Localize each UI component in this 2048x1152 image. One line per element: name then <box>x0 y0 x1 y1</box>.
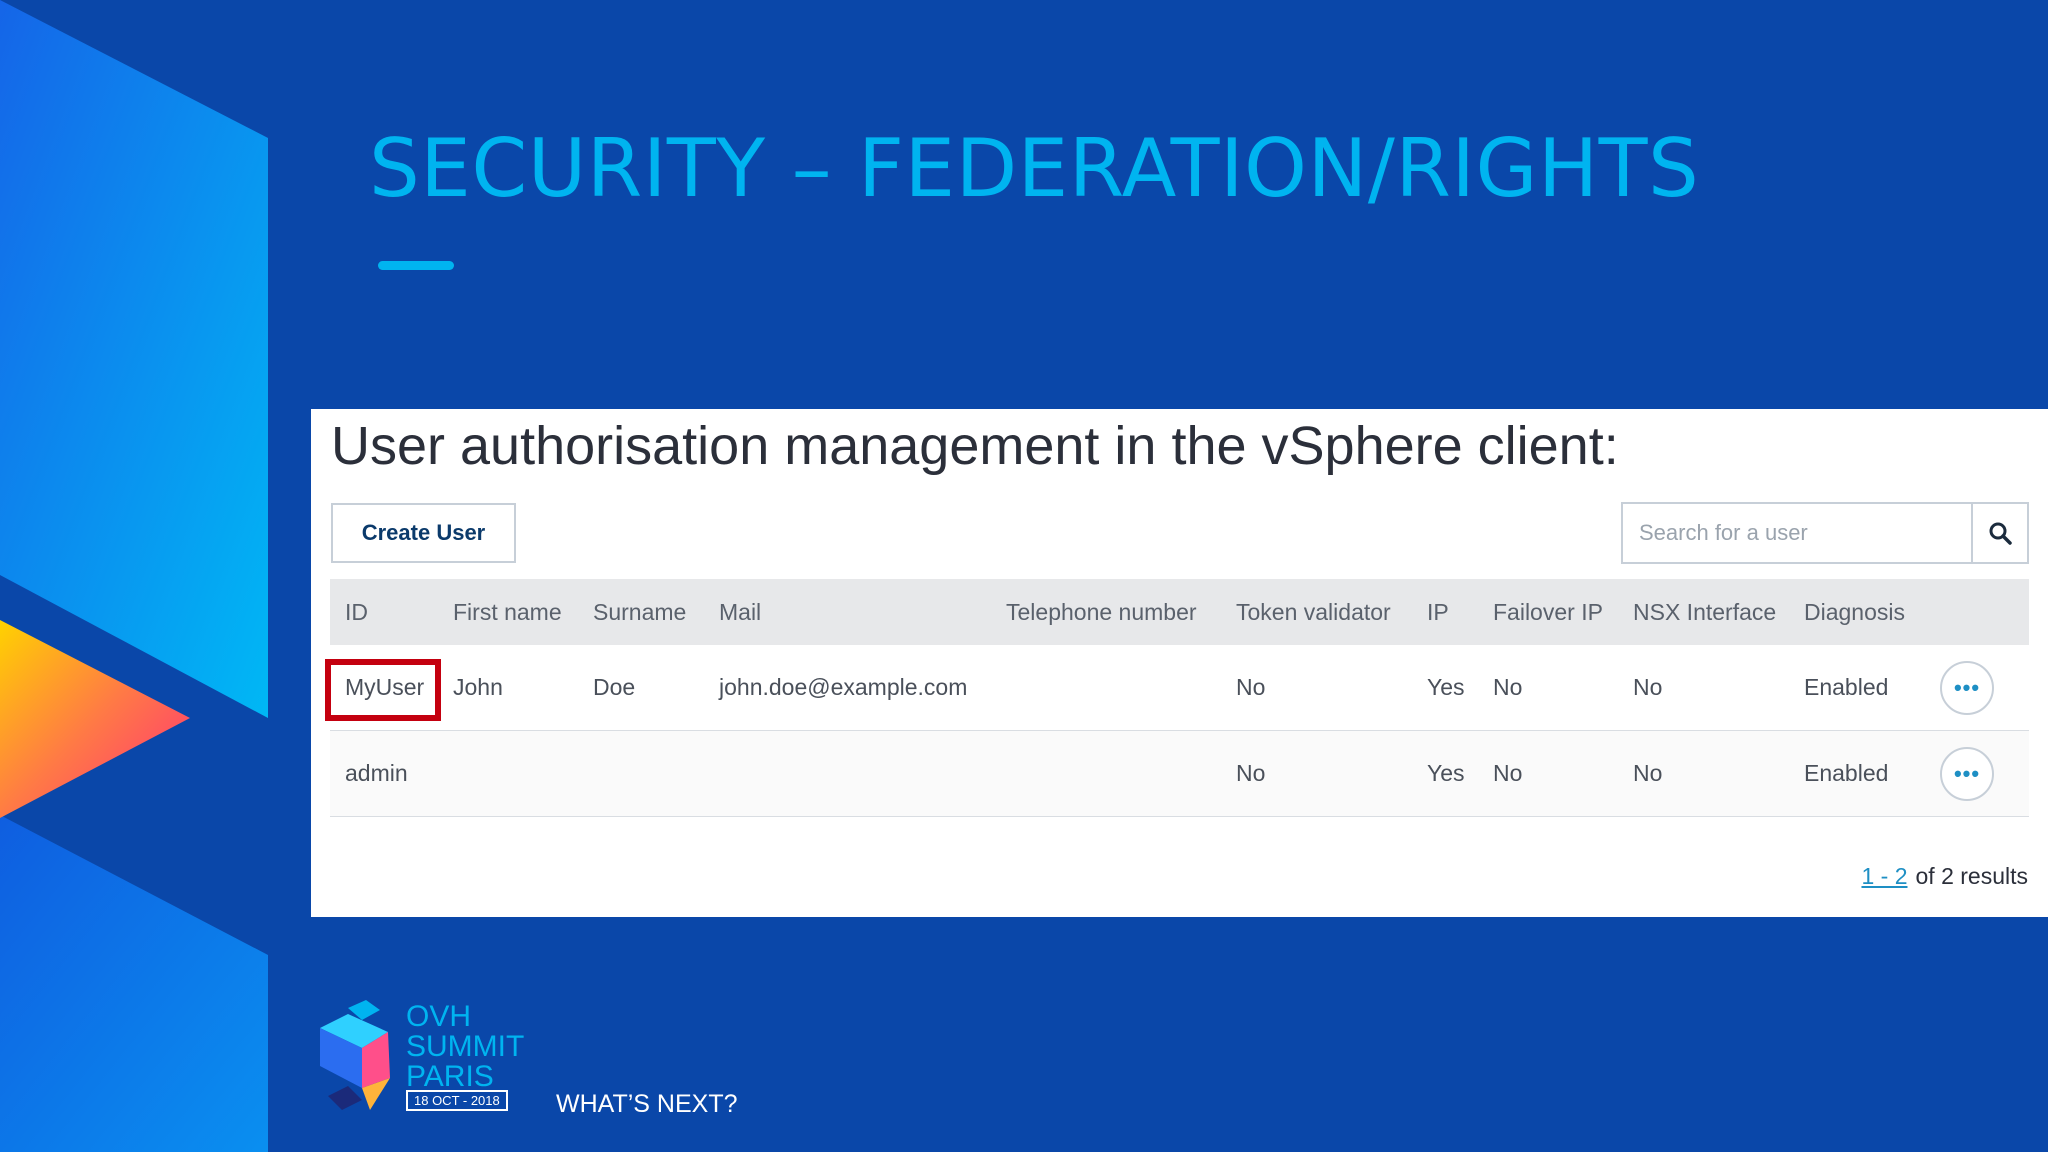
cell-mail: john.doe@example.com <box>719 674 968 700</box>
logo-text: OVH SUMMIT PARIS <box>406 1002 524 1092</box>
tagline: WHAT’S NEXT? <box>556 1090 738 1118</box>
cell-first-name: John <box>453 674 503 700</box>
logo-line-summit: SUMMIT <box>406 1030 525 1063</box>
row-actions: ••• <box>1940 731 1994 816</box>
table-row: admin No Yes No No Enabled ••• <box>330 731 2029 817</box>
column-header-nsx-interface[interactable]: NSX Interface <box>1633 579 1776 645</box>
cell-id: admin <box>345 760 408 786</box>
more-options-button[interactable]: ••• <box>1940 660 1994 715</box>
logo-date-badge: 18 OCT - 2018 <box>406 1090 508 1111</box>
cell-diagnosis: Enabled <box>1804 760 1889 786</box>
cell-ip: Yes <box>1427 674 1465 700</box>
cell-ip: Yes <box>1427 760 1465 786</box>
search-icon <box>1989 522 2012 545</box>
pagination-summary: of 2 results <box>1915 863 2029 889</box>
screenshot-panel: User authorisation management in the vSp… <box>311 409 2048 917</box>
cell-failover-ip: No <box>1493 674 1523 700</box>
pagination: 1 - 2 of 2 results <box>1861 863 2028 890</box>
column-header-token-validator[interactable]: Token validator <box>1236 579 1391 645</box>
create-user-button[interactable]: Create User <box>331 503 516 563</box>
cell-surname: Doe <box>593 674 636 700</box>
column-header-id[interactable]: ID <box>345 579 368 645</box>
cell-diagnosis: Enabled <box>1804 674 1889 700</box>
column-header-diagnosis[interactable]: Diagnosis <box>1804 579 1905 645</box>
column-header-mail[interactable]: Mail <box>719 579 761 645</box>
cell-id: MyUser <box>345 674 425 700</box>
title-underline <box>378 261 454 270</box>
column-header-ip[interactable]: IP <box>1427 579 1449 645</box>
row-actions: ••• <box>1940 645 1994 730</box>
pagination-range-link[interactable]: 1 - 2 <box>1861 863 1907 889</box>
search-input[interactable] <box>1623 504 1971 562</box>
more-options-button[interactable]: ••• <box>1940 746 1994 801</box>
decorative-shapes <box>0 0 268 1152</box>
search-button[interactable] <box>1971 504 2027 562</box>
table-row: MyUser John Doe john.doe@example.com No … <box>325 645 2029 731</box>
cell-token-validator: No <box>1236 674 1266 700</box>
slide-title: SECURITY – FEDERATION/RIGHTS <box>369 122 1700 215</box>
table-header: ID First name Surname Mail Telephone num… <box>330 579 2029 645</box>
logo-line-paris: PARIS <box>406 1060 494 1093</box>
logo-line-ovh: OVH <box>406 1000 472 1033</box>
panel-heading: User authorisation management in the vSp… <box>331 416 1619 476</box>
column-header-failover-ip[interactable]: Failover IP <box>1493 579 1603 645</box>
users-table: ID First name Surname Mail Telephone num… <box>325 579 2029 817</box>
search-box <box>1621 502 2029 564</box>
column-header-telephone[interactable]: Telephone number <box>1006 579 1197 645</box>
column-header-surname[interactable]: Surname <box>593 579 686 645</box>
cell-nsx-interface: No <box>1633 674 1663 700</box>
cell-failover-ip: No <box>1493 760 1523 786</box>
column-header-first-name[interactable]: First name <box>453 579 562 645</box>
cell-token-validator: No <box>1236 760 1266 786</box>
cell-nsx-interface: No <box>1633 760 1663 786</box>
